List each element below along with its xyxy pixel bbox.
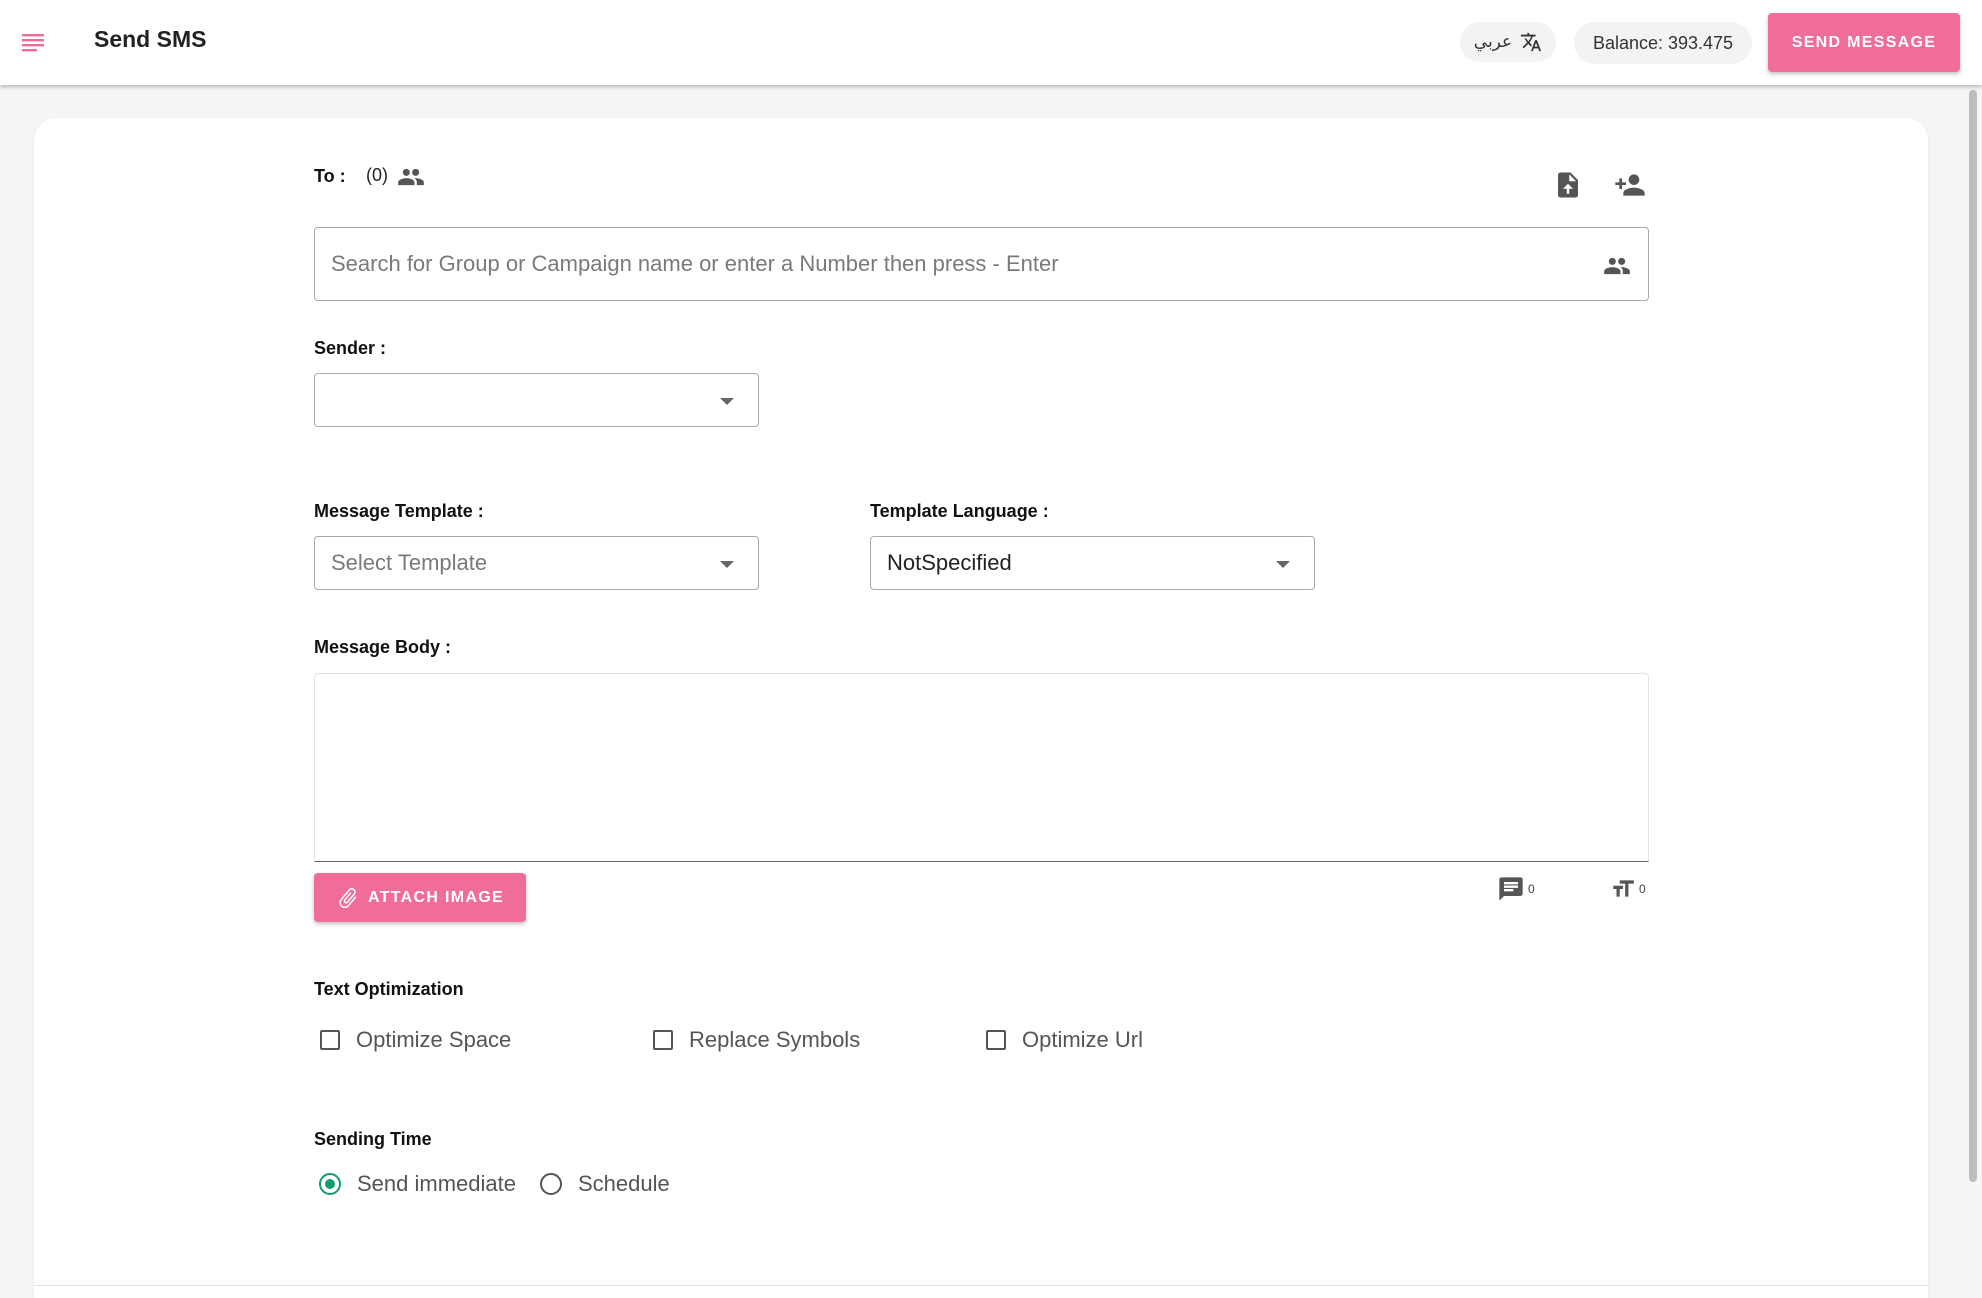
group-icon[interactable] xyxy=(1603,252,1631,280)
menu-icon[interactable] xyxy=(22,30,46,54)
recipient-search-placeholder: Search for Group or Campaign name or ent… xyxy=(331,251,1059,276)
text-optimization-label: Text Optimization xyxy=(314,979,464,999)
checkbox-box[interactable] xyxy=(320,1030,340,1050)
top-app-bar: Send SMS عربي Balance: 393.475 SEND MESS… xyxy=(0,0,1982,85)
message-template-label: Message Template : xyxy=(314,501,484,521)
template-language-select[interactable]: NotSpecified xyxy=(870,536,1315,590)
message-count: 0 xyxy=(1528,882,1535,896)
chat-bubble-icon xyxy=(1499,877,1523,901)
replace-symbols-checkbox[interactable]: Replace Symbols xyxy=(653,1027,860,1053)
paperclip-icon xyxy=(339,887,357,908)
optimize-space-label: Optimize Space xyxy=(356,1027,512,1052)
attach-image-button[interactable]: ATTACH IMAGE xyxy=(314,873,526,922)
schedule-radio[interactable]: Schedule xyxy=(540,1171,670,1197)
translate-icon xyxy=(1521,32,1542,52)
checkbox-box[interactable] xyxy=(653,1030,673,1050)
radio-button-selected[interactable] xyxy=(319,1173,341,1195)
replace-symbols-label: Replace Symbols xyxy=(689,1027,861,1052)
chevron-down-icon xyxy=(720,561,734,568)
template-placeholder: Select Template xyxy=(331,550,488,575)
language-toggle[interactable]: عربي xyxy=(1460,22,1556,62)
template-language-label: Template Language : xyxy=(870,501,1049,521)
recipient-search-input[interactable]: Search for Group or Campaign name or ent… xyxy=(314,227,1649,301)
checkbox-box[interactable] xyxy=(986,1030,1006,1050)
message-body-textarea[interactable] xyxy=(314,673,1649,862)
optimize-space-checkbox[interactable]: Optimize Space xyxy=(320,1027,511,1053)
template-language-value: NotSpecified xyxy=(887,550,1012,575)
chevron-down-icon xyxy=(720,398,734,405)
recipient-count: (0) xyxy=(366,165,388,185)
character-count: 0 xyxy=(1639,882,1646,896)
optimize-url-label: Optimize Url xyxy=(1022,1027,1144,1052)
language-label: عربي xyxy=(1473,32,1513,51)
schedule-label: Schedule xyxy=(578,1171,670,1196)
send-immediate-radio[interactable]: Send immediate xyxy=(319,1171,516,1197)
attach-image-label: ATTACH IMAGE xyxy=(368,888,504,906)
send-immediate-label: Send immediate xyxy=(357,1171,516,1196)
balance-badge: Balance: 393.475 xyxy=(1574,22,1752,64)
message-body-label: Message Body : xyxy=(314,637,452,657)
sender-label: Sender : xyxy=(314,338,387,358)
sender-select[interactable] xyxy=(314,373,759,427)
page-title: Send SMS xyxy=(94,26,207,52)
to-label: To : xyxy=(314,166,346,186)
sending-time-label: Sending Time xyxy=(314,1129,432,1149)
scrollbar-thumb[interactable] xyxy=(1969,90,1977,1182)
chevron-down-icon xyxy=(1276,561,1290,568)
template-select[interactable]: Select Template xyxy=(314,536,759,590)
group-icon xyxy=(398,168,424,186)
send-message-button[interactable]: SEND MESSAGE xyxy=(1768,13,1960,72)
radio-button[interactable] xyxy=(540,1173,562,1195)
text-size-icon xyxy=(1613,880,1634,897)
add-person-icon[interactable] xyxy=(1612,169,1648,201)
optimize-url-checkbox[interactable]: Optimize Url xyxy=(986,1027,1143,1053)
upload-file-icon[interactable] xyxy=(1553,169,1583,201)
card-divider xyxy=(34,1285,1928,1286)
